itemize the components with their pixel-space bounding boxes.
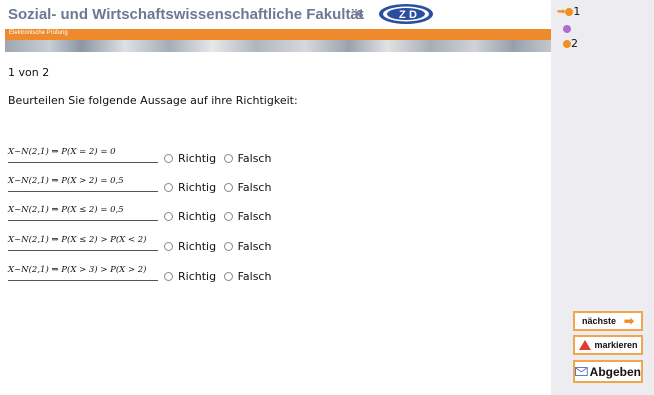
falsch-label: Falsch (237, 209, 272, 223)
mark-button[interactable]: markieren (573, 335, 643, 355)
richtig-radio[interactable] (164, 211, 173, 221)
question-text: Beurteilen Sie folgende Aussage auf ihre… (8, 94, 298, 107)
falsch-radio[interactable] (223, 153, 233, 163)
nav-item-1[interactable]: ➡ 1 (557, 5, 580, 18)
falsch-radio[interactable] (223, 241, 233, 251)
richtig-radio[interactable] (164, 182, 173, 192)
richtig-label: Richtig (178, 209, 217, 223)
falsch-radio[interactable] (223, 211, 233, 221)
falsch-label: Falsch (237, 239, 272, 253)
nav-item-label: 2 (571, 37, 578, 50)
next-label: nächste (581, 316, 616, 326)
falsch-radio[interactable] (223, 182, 233, 192)
header-subtitle: Elektronische Prüfung (9, 30, 68, 36)
svg-text:D: D (409, 9, 417, 21)
purple-dot-icon (563, 25, 571, 33)
main-panel: Sozial- und Wirtschaftswissenschaftliche… (0, 0, 551, 395)
arrow-right-icon: ➡ (623, 314, 635, 328)
falsch-label: Falsch (237, 269, 272, 283)
envelope-icon (575, 367, 588, 376)
title-ampersand: & (355, 7, 365, 22)
statement-row: X~N(2,1) ⇒ P(X ≤ 2) > P(X < 2) Richtig F… (8, 231, 408, 259)
header-bar: Elektronische Prüfung (5, 29, 551, 40)
current-arrow-icon: ➡ (557, 6, 566, 18)
page-title: Sozial- und Wirtschaftswissenschaftliche… (8, 6, 364, 23)
statement-row: X~N(2,1) ⇒ P(X > 3) > P(X > 2) Richtig F… (8, 261, 408, 289)
statement-row: X~N(2,1) ⇒ P(X > 2) = 0,5 Richtig Falsch (8, 172, 408, 200)
next-button[interactable]: nächste ➡ (573, 311, 643, 331)
submit-label: Abgeben (589, 364, 641, 379)
svg-text:Z: Z (399, 9, 406, 21)
submit-button[interactable]: Abgeben (573, 360, 643, 383)
statement-formula: X~N(2,1) ⇒ P(X = 2) = 0 (8, 143, 158, 163)
statement-formula: X~N(2,1) ⇒ P(X > 2) = 0,5 (8, 172, 158, 192)
header-image-strip (5, 40, 551, 52)
falsch-label: Falsch (237, 180, 272, 194)
richtig-radio[interactable] (164, 271, 173, 281)
falsch-radio[interactable] (223, 271, 233, 281)
nav-item-2[interactable]: 2 (563, 37, 578, 50)
richtig-radio[interactable] (164, 241, 173, 251)
richtig-label: Richtig (178, 151, 217, 165)
mark-label: markieren (594, 340, 638, 350)
nav-item-marker[interactable] (563, 22, 571, 35)
orange-dot-icon (563, 40, 571, 48)
statement-formula: X~N(2,1) ⇒ P(X ≤ 2) = 0,5 (8, 201, 158, 221)
richtig-label: Richtig (178, 180, 217, 194)
richtig-label: Richtig (178, 239, 217, 253)
zid-logo: Z D (379, 4, 433, 24)
falsch-label: Falsch (237, 151, 272, 165)
statement-formula: X~N(2,1) ⇒ P(X ≤ 2) > P(X < 2) (8, 231, 158, 251)
richtig-radio[interactable] (164, 153, 173, 163)
nav-item-label: 1 (573, 5, 581, 18)
statement-row: X~N(2,1) ⇒ P(X = 2) = 0 Richtig Falsch (8, 143, 408, 171)
richtig-label: Richtig (178, 269, 217, 283)
question-counter: 1 von 2 (8, 66, 50, 79)
marker-icon (579, 340, 592, 350)
statement-row: X~N(2,1) ⇒ P(X ≤ 2) = 0,5 Richtig Falsch (8, 201, 408, 229)
statement-formula: X~N(2,1) ⇒ P(X > 3) > P(X > 2) (8, 261, 158, 281)
